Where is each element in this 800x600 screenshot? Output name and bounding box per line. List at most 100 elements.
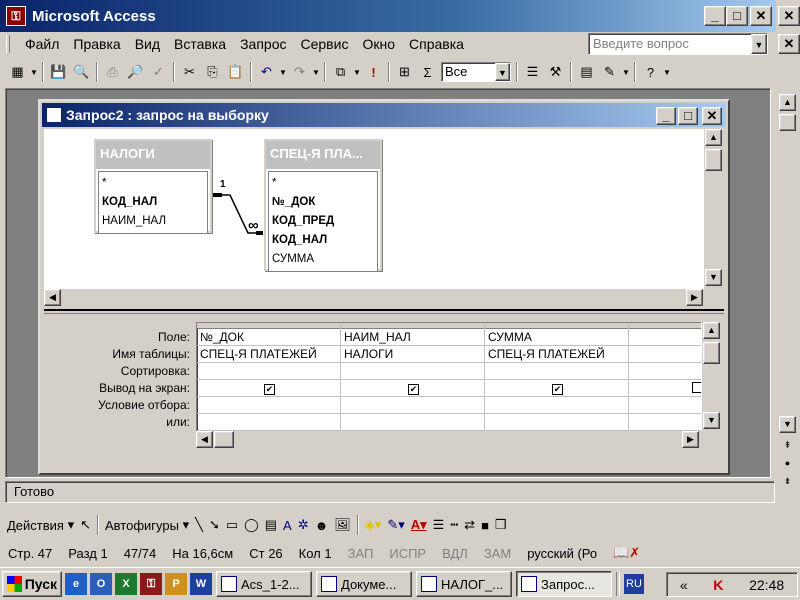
internet-explorer-icon[interactable]: e bbox=[65, 573, 87, 595]
or-cell[interactable] bbox=[341, 414, 484, 431]
chevron-down-icon[interactable]: ▼ bbox=[495, 63, 510, 81]
select-objects-icon[interactable]: ↖ bbox=[77, 514, 94, 536]
run-icon[interactable]: ! bbox=[362, 61, 385, 83]
close-button[interactable]: ✕ bbox=[750, 6, 772, 26]
preview-icon[interactable]: 🔎 bbox=[124, 61, 147, 83]
clock[interactable]: 22:48 bbox=[749, 577, 784, 593]
oval-icon[interactable]: ◯ bbox=[241, 514, 262, 536]
paste-icon[interactable]: 📋 bbox=[224, 61, 247, 83]
scroll-up-icon[interactable]: ▲ bbox=[703, 322, 720, 339]
new-object-icon[interactable]: ✎ bbox=[598, 61, 621, 83]
table-title[interactable]: СПЕЦ-Я ПЛА... bbox=[266, 141, 380, 169]
access-icon[interactable]: ⚿ bbox=[140, 573, 162, 595]
scroll-left-icon[interactable]: ◀ bbox=[44, 289, 61, 306]
language-bar-button[interactable]: RU bbox=[624, 574, 644, 594]
chevron-down-icon[interactable]: ▼ bbox=[662, 61, 672, 83]
language-indicator[interactable]: русский (Ро bbox=[519, 546, 605, 561]
chevron-down-icon[interactable]: ▼ bbox=[311, 61, 321, 83]
field-item[interactable]: КОД_ПРЕД bbox=[272, 212, 374, 231]
menu-query[interactable]: Запрос bbox=[233, 33, 293, 55]
scroll-down-icon[interactable]: ▼ bbox=[703, 412, 720, 429]
or-cell[interactable] bbox=[629, 414, 701, 431]
task-button-document[interactable]: Докуме... bbox=[316, 571, 412, 597]
or-cell[interactable] bbox=[485, 414, 628, 431]
menu-help[interactable]: Справка bbox=[402, 33, 471, 55]
grid-horizontal-scrollbar[interactable]: ◀ ▶ bbox=[196, 431, 702, 449]
search-icon[interactable]: 🔍 bbox=[70, 61, 93, 83]
scroll-up-icon[interactable]: ▲ bbox=[705, 129, 722, 146]
show-checkbox[interactable]: ✔ bbox=[552, 384, 563, 395]
top-values-select[interactable]: Все ▼ bbox=[441, 62, 511, 82]
outlook-icon[interactable]: O bbox=[90, 573, 112, 595]
scroll-down-icon[interactable]: ▼ bbox=[779, 416, 796, 433]
table-nalogi[interactable]: НАЛОГИ * КОД_НАЛ НАИМ_НАЛ bbox=[94, 139, 212, 234]
table-cell[interactable]: НАЛОГИ bbox=[341, 346, 484, 363]
cut-icon[interactable]: ✂ bbox=[178, 61, 201, 83]
scroll-down-icon[interactable]: ▼ bbox=[705, 269, 722, 286]
field-item[interactable]: НАИМ_НАЛ bbox=[102, 212, 204, 231]
track-changes-indicator[interactable]: ИСПР bbox=[381, 546, 434, 561]
picture-icon[interactable]: 🖼 bbox=[331, 514, 354, 536]
task-button-query[interactable]: Запрос... bbox=[516, 571, 612, 597]
table-cell[interactable]: СПЕЦ-Я ПЛАТЕЖЕЙ bbox=[485, 346, 628, 363]
menu-tools[interactable]: Сервис bbox=[294, 33, 356, 55]
font-color-icon[interactable]: A▾ bbox=[408, 514, 430, 536]
task-button-nalog[interactable]: НАЛОГ_... bbox=[416, 571, 512, 597]
menu-file[interactable]: Файл bbox=[18, 33, 66, 55]
table-pane-vertical-scrollbar[interactable]: ▲ ▼ bbox=[704, 129, 724, 289]
access-key-icon[interactable]: ⚿ bbox=[6, 6, 26, 26]
overtype-indicator[interactable]: ЗАМ bbox=[476, 546, 519, 561]
field-cell[interactable]: СУММА bbox=[485, 329, 628, 346]
query-window-title-bar[interactable]: Запрос2 : запрос на выборку _ □ ✕ bbox=[42, 103, 726, 127]
criteria-cell[interactable] bbox=[629, 397, 701, 414]
criteria-cell[interactable] bbox=[485, 397, 628, 414]
field-cell[interactable]: НАИМ_НАЛ bbox=[341, 329, 484, 346]
dash-style-icon[interactable]: ┅ bbox=[447, 514, 461, 536]
actions-menu[interactable]: Действия ▾ bbox=[4, 514, 77, 536]
task-button-acs[interactable]: Acs_1-2... bbox=[216, 571, 312, 597]
query-close-button[interactable]: ✕ bbox=[702, 107, 722, 125]
maximize-button[interactable]: □ bbox=[726, 6, 748, 26]
undo-icon[interactable]: ↶ bbox=[255, 61, 278, 83]
database-window-icon[interactable]: ▤ bbox=[575, 61, 598, 83]
spelling-status-icon[interactable]: 📖✗ bbox=[605, 545, 648, 561]
field-item[interactable]: КОД_НАЛ bbox=[272, 231, 374, 250]
field-item[interactable]: * bbox=[102, 174, 204, 193]
copy-icon[interactable]: ⎘ bbox=[201, 61, 224, 83]
start-button[interactable]: Пуск bbox=[2, 571, 62, 597]
query-maximize-button[interactable]: □ bbox=[678, 107, 698, 125]
field-cell[interactable]: №_ДОК bbox=[197, 329, 340, 346]
or-cell[interactable] bbox=[197, 414, 340, 431]
show-table-icon[interactable]: ⊞ bbox=[393, 61, 416, 83]
chevron-down-icon[interactable]: ▼ bbox=[278, 61, 288, 83]
query-type-icon[interactable]: ⧉ bbox=[329, 61, 352, 83]
print-icon[interactable]: ⎙ bbox=[101, 61, 124, 83]
arrow-style-icon[interactable]: ⇄ bbox=[461, 514, 478, 536]
scroll-left-icon[interactable]: ◀ bbox=[196, 431, 213, 448]
help-icon[interactable]: ? bbox=[639, 61, 662, 83]
totals-icon[interactable]: Σ bbox=[416, 61, 439, 83]
previous-page-icon[interactable]: ⇞ bbox=[779, 438, 796, 455]
save-icon[interactable]: 💾 bbox=[47, 61, 70, 83]
chevron-down-icon[interactable]: ▼ bbox=[29, 61, 39, 83]
grid-vertical-scrollbar[interactable]: ▲ ▼ bbox=[702, 322, 722, 430]
excel-icon[interactable]: X bbox=[115, 573, 137, 595]
sort-cell[interactable] bbox=[485, 363, 628, 380]
extend-indicator[interactable]: ВДЛ bbox=[434, 546, 476, 561]
menu-grip[interactable] bbox=[6, 35, 10, 53]
select-browse-object-icon[interactable]: ● bbox=[779, 456, 796, 473]
document-vertical-scrollbar[interactable]: ▲ ▼ ⇞ ● ⇟ bbox=[776, 90, 800, 495]
field-item[interactable]: * bbox=[272, 174, 374, 193]
wordart-icon[interactable]: A bbox=[280, 514, 295, 536]
scroll-thumb[interactable] bbox=[214, 431, 234, 448]
line-icon[interactable]: ╲ bbox=[192, 514, 206, 536]
fill-color-icon[interactable]: ◈▾ bbox=[362, 514, 385, 536]
build-icon[interactable]: ⚒ bbox=[544, 61, 567, 83]
spelling-icon[interactable]: ✓ bbox=[147, 61, 170, 83]
field-cell[interactable] bbox=[629, 329, 701, 346]
3d-icon[interactable]: ❒ bbox=[492, 514, 510, 536]
field-item[interactable]: КОД_НАЛ bbox=[102, 193, 204, 212]
menu-insert[interactable]: Вставка bbox=[167, 33, 233, 55]
menu-view[interactable]: Вид bbox=[128, 33, 167, 55]
chevron-down-icon[interactable]: ▼ bbox=[751, 34, 767, 54]
